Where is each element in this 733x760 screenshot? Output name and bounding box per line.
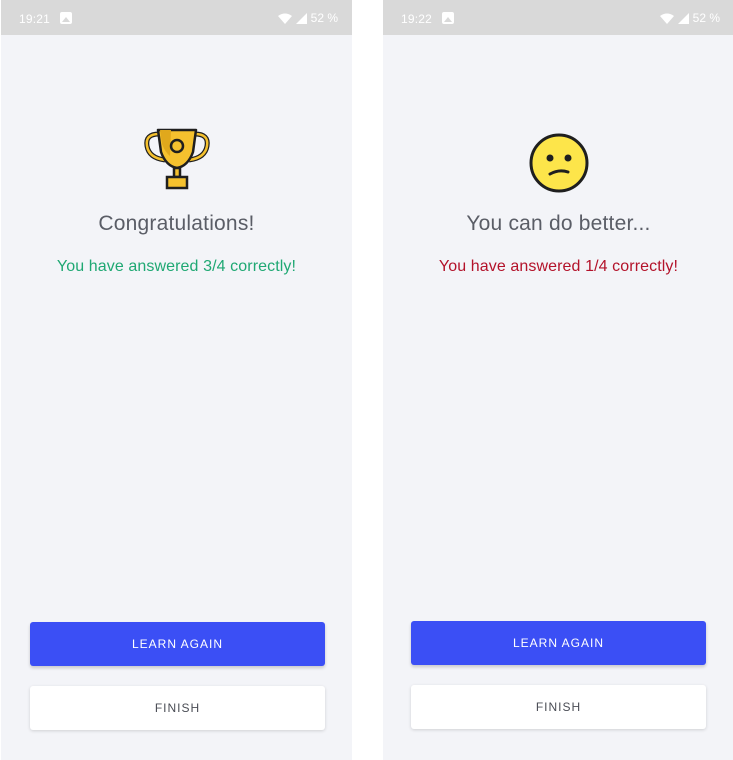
trophy-icon [1,126,352,192]
learn-again-button[interactable]: LEARN AGAIN [411,621,706,665]
status-indicators: 52 % [277,11,338,25]
image-notification-icon [442,12,454,24]
battery-level: 52 % [310,11,338,25]
signal-icon [677,12,689,24]
score-message: You have answered 3/4 correctly! [56,258,297,275]
result-screen-failure: 19:22 52 % You can do better... You have… [383,0,733,760]
status-indicators: 52 % [659,11,720,25]
status-bar: 19:21 52 % [1,0,352,35]
wifi-icon [659,13,674,24]
confused-face-icon [383,132,733,194]
result-headline: You can do better... [466,212,651,235]
finish-button[interactable]: FINISH [30,686,325,730]
status-time: 19:22 [401,12,433,26]
battery-level: 52 % [692,11,720,25]
image-notification-icon [60,12,72,24]
score-message: You have answered 1/4 correctly! [438,258,679,275]
finish-button[interactable]: FINISH [411,685,706,729]
result-headline: Congratulations! [98,212,255,235]
comparison-stage: 19:21 52 % Congratulations! You have ans… [0,0,733,760]
status-bar: 19:22 52 % [383,0,733,35]
wifi-icon [277,13,292,24]
result-screen-success: 19:21 52 % Congratulations! You have ans… [1,0,352,760]
signal-icon [295,12,307,24]
learn-again-button[interactable]: LEARN AGAIN [30,622,325,666]
status-time: 19:21 [19,12,51,26]
